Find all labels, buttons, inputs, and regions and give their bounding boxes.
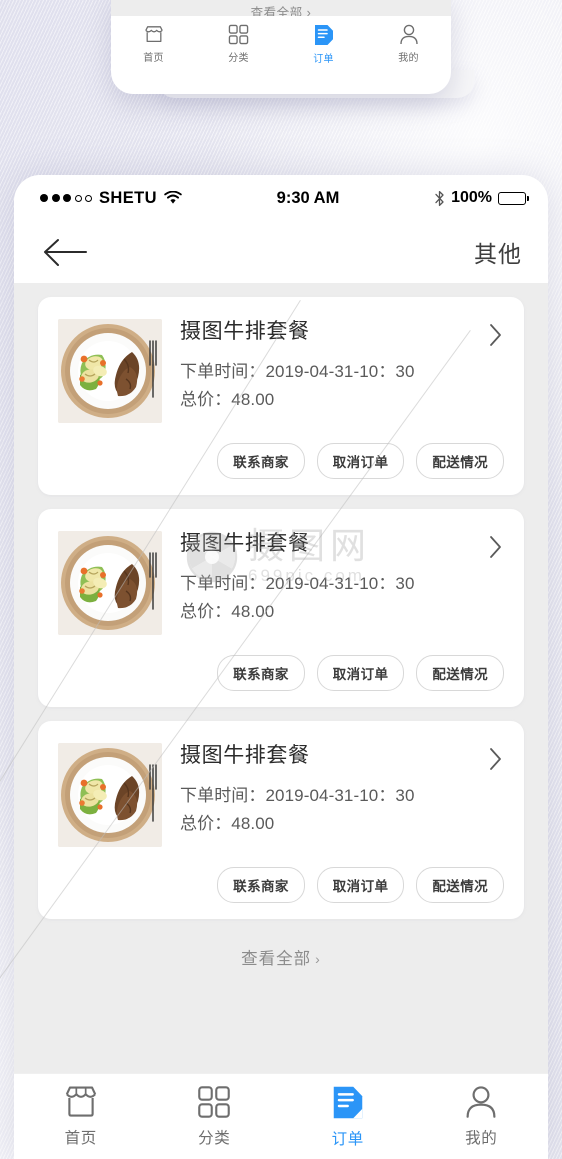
- top-phone-tab-profile[interactable]: 我的: [366, 16, 451, 72]
- order-title-row: 摄图牛排套餐: [180, 532, 504, 560]
- contact-merchant-button[interactable]: 联系商家: [217, 443, 305, 479]
- storefront-icon: [62, 1085, 100, 1119]
- order-actions: 联系商家 取消订单 配送情况: [58, 655, 504, 691]
- top-phone-tab-label: 分类: [228, 53, 249, 64]
- battery-icon: [498, 191, 530, 205]
- order-thumbnail: [58, 743, 162, 847]
- grid-category-icon: [197, 1085, 231, 1119]
- status-bar-time: 9:30 AM: [276, 188, 340, 207]
- status-bar: SHETU 9:30 AM 100%: [14, 175, 548, 221]
- order-total-price: 总价：48.00: [180, 602, 275, 621]
- tab-home[interactable]: 首页: [14, 1074, 148, 1159]
- top-phone-content-strip: 查看全部 ›: [111, 0, 451, 16]
- order-title-row: 摄图牛排套餐: [180, 744, 504, 772]
- top-phone-tab-label: 首页: [143, 52, 164, 64]
- top-phone-tab-category[interactable]: 分类: [196, 16, 281, 72]
- chevron-right-icon[interactable]: [480, 744, 504, 772]
- order-total-price: 总价：48.00: [180, 390, 275, 409]
- chevron-right-icon: ›: [315, 951, 321, 967]
- tab-label: 首页: [64, 1130, 97, 1147]
- status-bar-left: SHETU: [40, 189, 182, 208]
- order-thumbnail: [58, 319, 162, 423]
- delivery-status-button[interactable]: 配送情况: [416, 867, 504, 903]
- top-phone-tabbar: 首页 分类 订单 我的: [111, 16, 451, 72]
- top-phone-tab-home[interactable]: 首页: [111, 16, 196, 72]
- tab-orders[interactable]: 订单: [281, 1074, 415, 1159]
- table-row[interactable]: 摄图牛排套餐 下单时间：2019-04-31-10：30 总价：48.00 联系…: [38, 721, 524, 919]
- order-details: 摄图牛排套餐 下单时间：2019-04-31-10：30 总价：48.00: [180, 531, 504, 635]
- order-name: 摄图牛排套餐: [180, 532, 310, 555]
- order-name: 摄图牛排套餐: [180, 320, 310, 343]
- tab-category[interactable]: 分类: [148, 1074, 282, 1159]
- order-card-main: 摄图牛排套餐 下单时间：2019-04-31-10：30 总价：48.00: [58, 743, 504, 847]
- bluetooth-icon: [434, 190, 445, 207]
- cancel-order-button[interactable]: 取消订单: [316, 655, 405, 691]
- grid-category-icon: [228, 24, 249, 45]
- see-all-label: 查看全部: [241, 950, 312, 968]
- order-document-icon: [314, 24, 334, 46]
- delivery-status-button[interactable]: 配送情况: [416, 655, 504, 691]
- person-profile-icon: [465, 1085, 497, 1119]
- status-bar-right: 100%: [434, 189, 530, 207]
- order-time: 下单时间：2019-04-31-10：30: [180, 574, 415, 593]
- table-row[interactable]: 摄图牛排套餐 下单时间：2019-04-31-10：30 总价：48.00 联系…: [38, 297, 524, 495]
- tab-label: 分类: [198, 1130, 231, 1147]
- tab-label: 订单: [331, 1130, 364, 1148]
- top-phone-tab-label: 订单: [313, 53, 334, 65]
- tab-profile[interactable]: 我的: [415, 1074, 549, 1159]
- delivery-status-button[interactable]: 配送情况: [416, 443, 504, 479]
- contact-merchant-button[interactable]: 联系商家: [217, 867, 305, 903]
- cancel-order-button[interactable]: 取消订单: [316, 867, 405, 903]
- order-details: 摄图牛排套餐 下单时间：2019-04-31-10：30 总价：48.00: [180, 743, 504, 847]
- see-all-link[interactable]: 查看全部 ›: [14, 933, 548, 969]
- bottom-tab-bar: 首页 分类 订单 我的: [14, 1073, 548, 1159]
- top-phone-tab-orders[interactable]: 订单: [281, 16, 366, 72]
- page-title: 其他: [474, 241, 522, 267]
- order-total-price: 总价：48.00: [180, 814, 275, 833]
- order-card-main: 摄图牛排套餐 下单时间：2019-04-31-10：30 总价：48.00: [58, 319, 504, 423]
- order-list-scroll-area[interactable]: 摄图牛排套餐 下单时间：2019-04-31-10：30 总价：48.00 联系…: [14, 283, 548, 1073]
- order-actions: 联系商家 取消订单 配送情况: [58, 443, 504, 479]
- order-thumbnail: [58, 531, 162, 635]
- carrier-label: SHETU: [99, 188, 157, 207]
- poster-canvas: 查看全部 › 首页 分类 订单 我的 SHETU 9:30 AM 100% 其他…: [0, 0, 562, 1159]
- signal-strength-dots: [40, 194, 92, 202]
- cancel-order-button[interactable]: 取消订单: [316, 443, 405, 479]
- tab-label: 我的: [465, 1130, 498, 1147]
- top-phone-preview: 查看全部 › 首页 分类 订单 我的: [111, 0, 451, 94]
- order-time: 下单时间：2019-04-31-10：30: [180, 786, 415, 805]
- wifi-icon: [164, 190, 182, 205]
- phone-frame: SHETU 9:30 AM 100% 其他 摄图牛排套餐 下单时间：2019-0…: [14, 175, 548, 1159]
- order-card-main: 摄图牛排套餐 下单时间：2019-04-31-10：30 总价：48.00: [58, 531, 504, 635]
- battery-percentage: 100%: [451, 189, 492, 206]
- top-phone-tab-label: 我的: [398, 53, 419, 64]
- order-name: 摄图牛排套餐: [180, 744, 310, 767]
- top-phone-see-all-label: 查看全部 ›: [250, 6, 312, 16]
- contact-merchant-button[interactable]: 联系商家: [217, 655, 305, 691]
- order-time: 下单时间：2019-04-31-10：30: [180, 362, 415, 381]
- person-profile-icon: [399, 24, 419, 45]
- table-row[interactable]: 摄图牛排套餐 下单时间：2019-04-31-10：30 总价：48.00 联系…: [38, 509, 524, 707]
- navigation-bar: 其他: [14, 221, 548, 283]
- order-details: 摄图牛排套餐 下单时间：2019-04-31-10：30 总价：48.00: [180, 319, 504, 423]
- order-actions: 联系商家 取消订单 配送情况: [58, 867, 504, 903]
- back-arrow-icon[interactable]: [42, 236, 88, 268]
- order-title-row: 摄图牛排套餐: [180, 320, 504, 348]
- chevron-right-icon[interactable]: [480, 320, 504, 348]
- chevron-right-icon[interactable]: [480, 532, 504, 560]
- order-document-icon: [332, 1085, 364, 1120]
- storefront-icon: [143, 25, 165, 45]
